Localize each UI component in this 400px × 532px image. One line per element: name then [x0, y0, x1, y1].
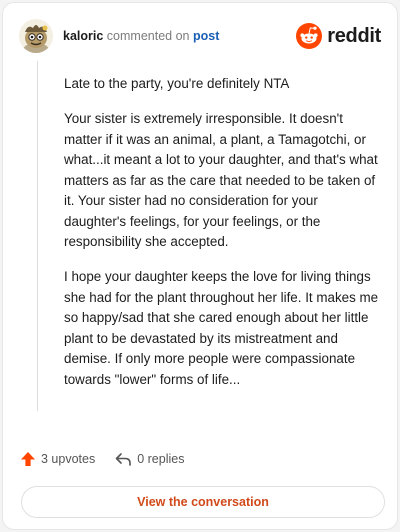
- upvote-arrow-icon: [21, 452, 35, 466]
- reply-count: 0 replies: [137, 452, 185, 466]
- comment-paragraph: Late to the party, you're definitely NTA: [64, 76, 290, 91]
- username-link[interactable]: kaloric: [63, 29, 103, 43]
- upvote-button[interactable]: 3 upvotes: [20, 451, 95, 467]
- view-conversation-button[interactable]: View the conversation: [21, 486, 385, 518]
- comment-paragraph: Your sister is extremely irresponsible. …: [64, 111, 378, 249]
- comment-header: kaloric commented on post reddit: [19, 17, 381, 55]
- comment-body: Late to the party, you're definitely NTA…: [64, 74, 379, 405]
- reddit-wordmark: reddit: [327, 24, 381, 47]
- comment-paragraph: I hope your daughter keeps the love for …: [64, 269, 379, 387]
- reply-arrow-icon: [115, 453, 132, 466]
- post-link[interactable]: post: [193, 29, 219, 43]
- comment-embed-card: kaloric commented on post reddit Late to…: [2, 2, 398, 530]
- reddit-snoo-icon: [296, 23, 323, 49]
- thread-line: [37, 61, 38, 411]
- upvote-count: 3 upvotes: [41, 452, 96, 466]
- comment-actions: 3 upvotes 0 replies: [20, 451, 184, 467]
- replies-button[interactable]: 0 replies: [115, 451, 184, 467]
- reddit-logo[interactable]: reddit: [296, 23, 381, 49]
- user-avatar[interactable]: [19, 19, 53, 53]
- action-text: commented on: [106, 29, 190, 43]
- avatar-image: [19, 19, 53, 53]
- byline: kaloric commented on post: [63, 29, 219, 43]
